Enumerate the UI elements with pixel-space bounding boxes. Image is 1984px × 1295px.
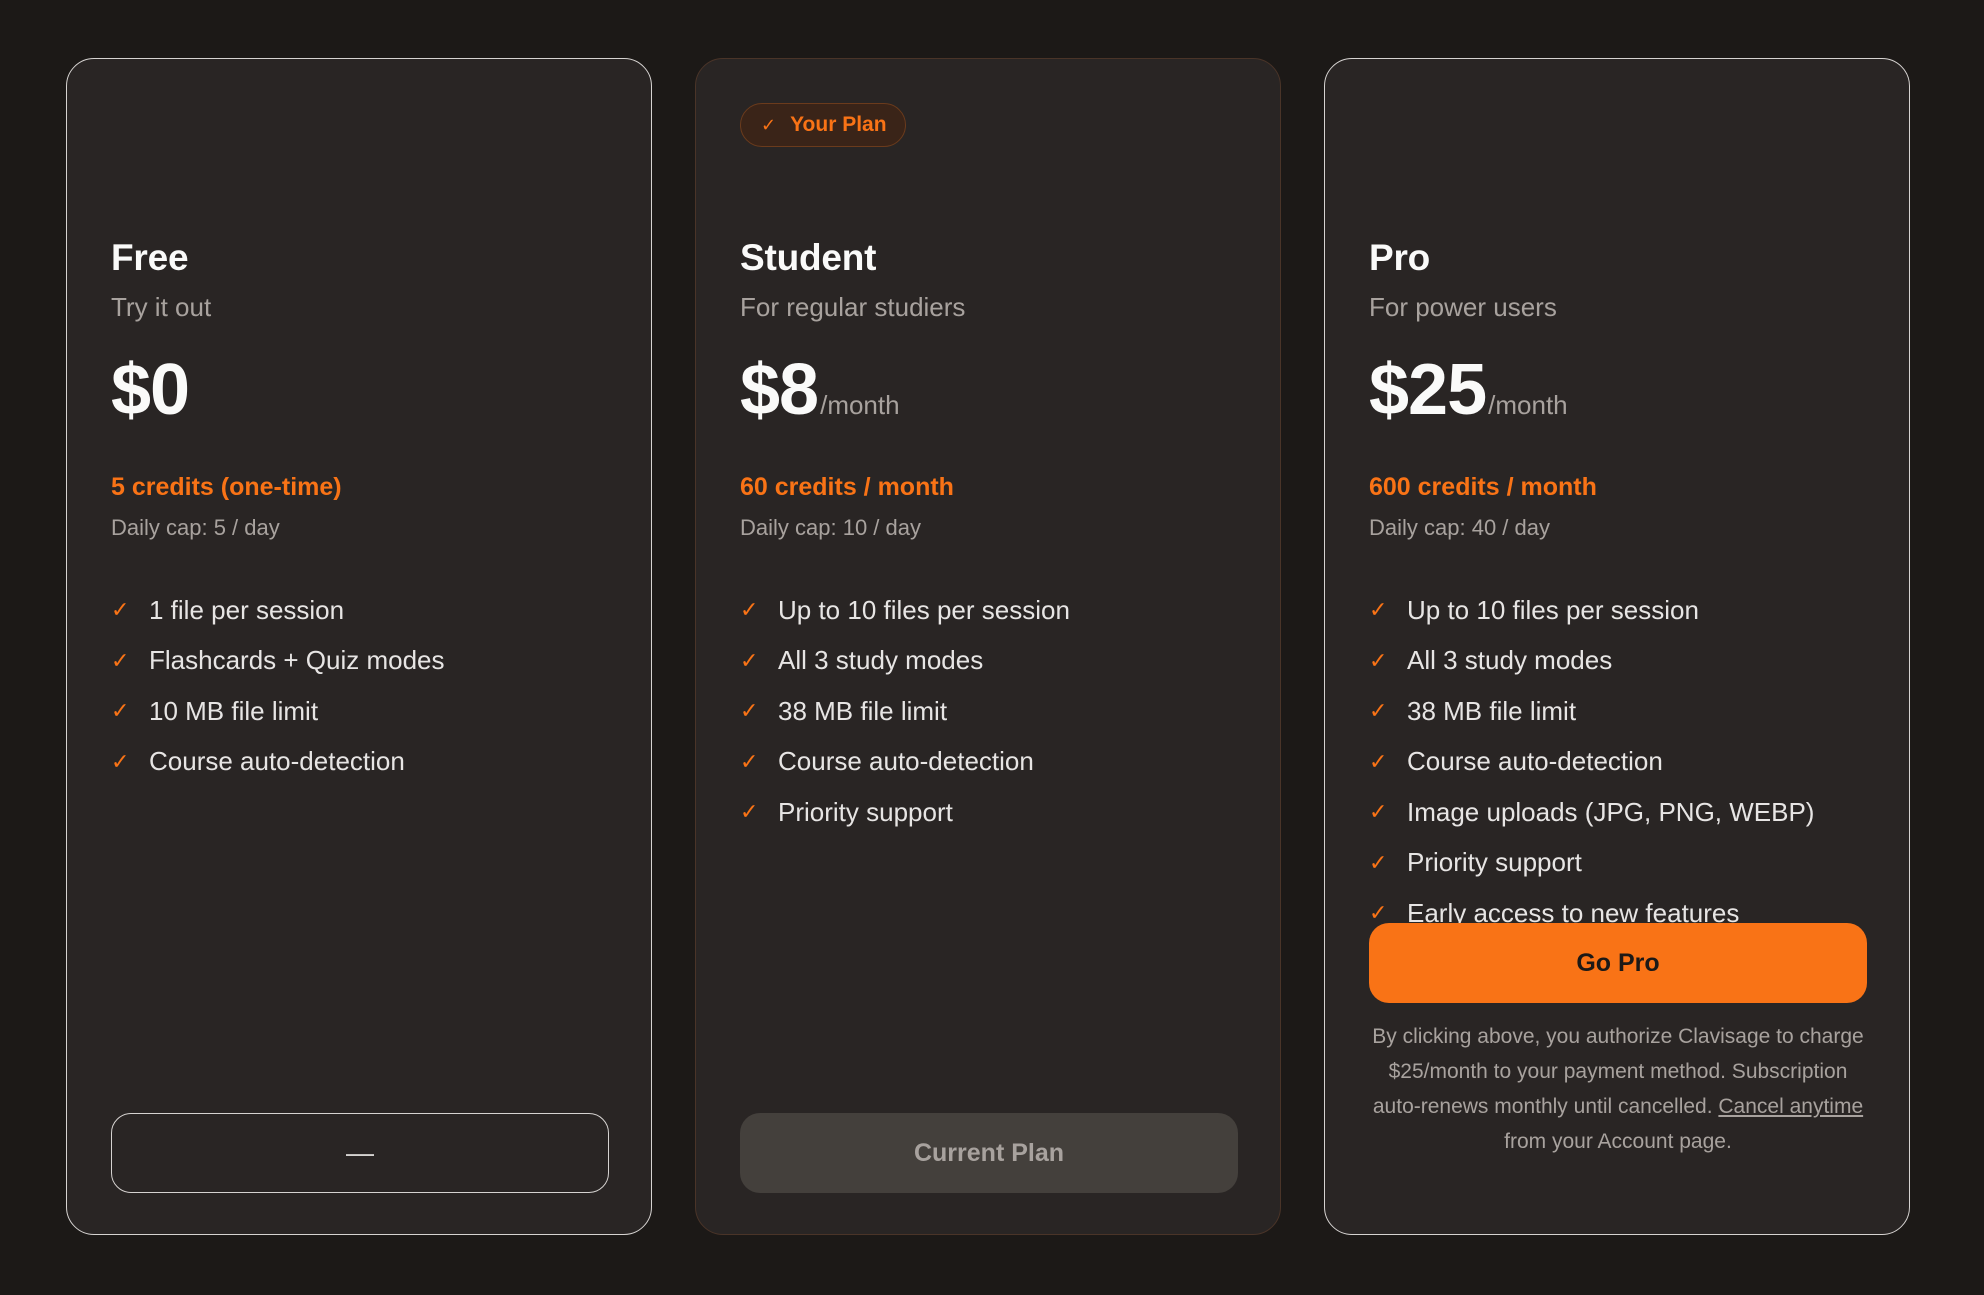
plan-period: /month <box>820 390 900 420</box>
feature-item: ✓ 1 file per session <box>111 585 445 636</box>
check-icon: ✓ <box>1369 799 1388 825</box>
plan-price: $25 <box>1369 350 1487 430</box>
plan-name: Pro <box>1369 237 1431 278</box>
price-row: $8 /month <box>740 349 900 431</box>
feature-label: Course auto-detection <box>149 746 405 777</box>
feature-label: Course auto-detection <box>1407 746 1663 777</box>
feature-label: Up to 10 files per session <box>1407 594 1699 625</box>
feature-label: Image uploads (JPG, PNG, WEBP) <box>1407 796 1815 827</box>
feature-item: ✓ 38 MB file limit <box>740 686 1070 737</box>
check-icon: ✓ <box>740 799 759 825</box>
plan-period: /month <box>1488 390 1568 420</box>
plan-name: Student <box>740 237 877 278</box>
feature-item: ✓ Image uploads (JPG, PNG, WEBP) <box>1369 787 1814 838</box>
badge-label: Your Plan <box>790 113 887 136</box>
feature-label: Priority support <box>778 796 953 827</box>
check-icon: ✓ <box>740 597 759 623</box>
plan-name: Free <box>111 237 189 278</box>
feature-label: 10 MB file limit <box>149 695 319 726</box>
feature-item: ✓ 38 MB file limit <box>1369 686 1814 737</box>
feature-label: 38 MB file limit <box>1407 695 1577 726</box>
feature-label: Flashcards + Quiz modes <box>149 645 445 676</box>
plan-daily-cap: Daily cap: 5 / day <box>111 515 280 540</box>
plan-credits: 60 credits / month <box>740 473 954 501</box>
plan-tagline: For regular studiers <box>740 292 966 322</box>
current-plan-button[interactable]: Current Plan <box>740 1113 1238 1193</box>
plan-daily-cap: Daily cap: 10 / day <box>740 515 921 540</box>
check-icon: ✓ <box>740 698 759 724</box>
plan-card-student: ✓ Your Plan Student For regular studiers… <box>695 58 1281 1235</box>
feature-item: ✓ 10 MB file limit <box>111 686 445 737</box>
feature-item: ✓ Up to 10 files per session <box>1369 585 1814 636</box>
feature-item: ✓ Priority support <box>1369 838 1814 889</box>
feature-label: All 3 study modes <box>778 645 984 676</box>
plan-daily-cap: Daily cap: 40 / day <box>1369 515 1550 540</box>
check-icon: ✓ <box>111 698 130 724</box>
disclaimer-text-end: from your Account page. <box>1504 1130 1732 1153</box>
feature-label: Course auto-detection <box>778 746 1034 777</box>
check-icon: ✓ <box>1369 698 1388 724</box>
feature-item: ✓ Course auto-detection <box>111 737 445 788</box>
feature-item: ✓ Up to 10 files per session <box>740 585 1070 636</box>
feature-label: Up to 10 files per session <box>778 594 1070 625</box>
check-icon: ✓ <box>111 748 130 774</box>
feature-item: ✓ Course auto-detection <box>740 737 1070 788</box>
feature-label: 1 file per session <box>149 594 345 625</box>
plan-tagline: For power users <box>1369 292 1557 322</box>
feature-label: All 3 study modes <box>1407 645 1613 676</box>
plan-credits: 600 credits / month <box>1369 473 1597 501</box>
price-row: $25 /month <box>1369 349 1568 431</box>
cancel-anytime-link[interactable]: Cancel anytime <box>1718 1095 1863 1118</box>
plan-card-pro: Pro For power users $25 /month 600 credi… <box>1324 58 1910 1235</box>
feature-item: ✓ All 3 study modes <box>1369 636 1814 687</box>
plan-price: $8 <box>740 350 819 430</box>
feature-label: Priority support <box>1407 847 1582 878</box>
feature-item: ✓ Flashcards + Quiz modes <box>111 636 445 687</box>
pricing-cards: Free Try it out $0 5 credits (one-time) … <box>66 58 1910 1235</box>
feature-list: ✓ Up to 10 files per session ✓ All 3 study… <box>740 585 1070 838</box>
pricing-page: Free Try it out $0 5 credits (one-time) … <box>0 0 1984 1295</box>
check-icon: ✓ <box>761 114 777 135</box>
feature-item: ✓ All 3 study modes <box>740 636 1070 687</box>
feature-list: ✓ 1 file per session ✓ Flashcards + Quiz m… <box>111 585 445 787</box>
check-icon: ✓ <box>1369 597 1388 623</box>
feature-item: ✓ Course auto-detection <box>1369 737 1814 788</box>
free-plan-button[interactable]: — <box>111 1113 609 1193</box>
feature-item: ✓ Priority support <box>740 787 1070 838</box>
feature-label: 38 MB file limit <box>778 695 948 726</box>
check-icon: ✓ <box>740 748 759 774</box>
plan-tagline: Try it out <box>111 292 212 322</box>
check-icon: ✓ <box>1369 748 1388 774</box>
feature-list: ✓ Up to 10 files per session ✓ All 3 study… <box>1369 585 1814 939</box>
plan-price: $0 <box>111 350 190 430</box>
check-icon: ✓ <box>1369 647 1388 673</box>
check-icon: ✓ <box>111 647 130 673</box>
check-icon: ✓ <box>740 647 759 673</box>
plan-card-free: Free Try it out $0 5 credits (one-time) … <box>66 58 652 1235</box>
check-icon: ✓ <box>1369 849 1388 875</box>
check-icon: ✓ <box>111 597 130 623</box>
go-pro-button[interactable]: Go Pro <box>1369 923 1867 1003</box>
plan-credits: 5 credits (one-time) <box>111 473 342 501</box>
payment-disclaimer: By clicking above, you authorize Clavisa… <box>1369 1019 1867 1159</box>
price-row: $0 <box>111 349 190 431</box>
your-plan-badge: ✓ Your Plan <box>740 103 906 147</box>
